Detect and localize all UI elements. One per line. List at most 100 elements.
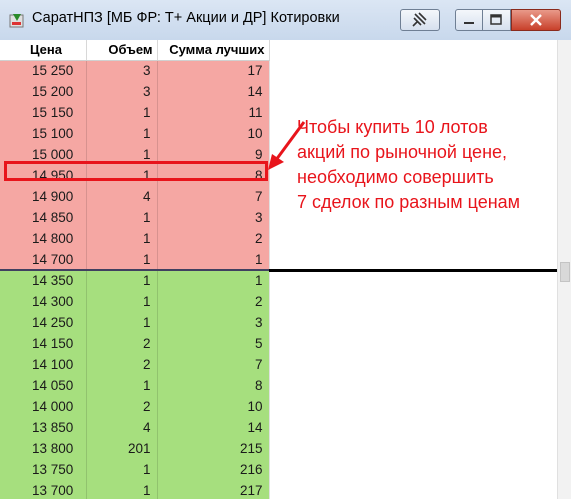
volume-cell: 1 bbox=[86, 459, 158, 480]
window-title: СаратНПЗ [МБ ФР: Т+ Акции и ДР] Котировк… bbox=[32, 10, 340, 26]
buy-row[interactable]: 14 300 1 2 bbox=[0, 291, 270, 312]
sum-cell: 7 bbox=[157, 354, 270, 375]
volume-cell: 1 bbox=[86, 270, 158, 291]
price-cell: 13 700 bbox=[0, 480, 87, 499]
buy-row[interactable]: 13 700 1 217 bbox=[0, 480, 270, 499]
price-cell: 14 900 bbox=[0, 186, 87, 207]
close-button[interactable] bbox=[511, 9, 561, 31]
sum-cell: 3 bbox=[157, 312, 270, 333]
sum-cell: 11 bbox=[157, 102, 270, 123]
buy-row[interactable]: 14 100 2 7 bbox=[0, 354, 270, 375]
buy-row[interactable]: 14 000 2 10 bbox=[0, 396, 270, 417]
highlight-box bbox=[4, 161, 268, 181]
volume-cell: 1 bbox=[86, 102, 158, 123]
price-cell: 13 750 bbox=[0, 459, 87, 480]
annotation-line: 7 сделок по разным ценам bbox=[297, 192, 521, 212]
volume-cell: 2 bbox=[86, 396, 158, 417]
buy-row[interactable]: 13 800 201 215 bbox=[0, 438, 270, 459]
sum-cell: 10 bbox=[157, 396, 270, 417]
volume-cell: 1 bbox=[86, 249, 158, 271]
volume-cell: 1 bbox=[86, 228, 158, 249]
sum-cell: 5 bbox=[157, 333, 270, 354]
sum-cell: 3 bbox=[157, 207, 270, 228]
pin-icon bbox=[412, 12, 427, 27]
sell-row[interactable]: 14 700 1 1 bbox=[0, 249, 270, 271]
volume-cell: 1 bbox=[86, 123, 158, 144]
sum-cell: 14 bbox=[157, 81, 270, 102]
maximize-button[interactable] bbox=[483, 9, 511, 31]
sum-cell: 216 bbox=[157, 459, 270, 480]
price-cell: 14 250 bbox=[0, 312, 87, 333]
sell-row[interactable]: 14 800 1 2 bbox=[0, 228, 270, 249]
sell-row[interactable]: 14 850 1 3 bbox=[0, 207, 270, 228]
header-row: Цена Объем Сумма лучших bbox=[0, 40, 270, 61]
sum-cell: 1 bbox=[157, 249, 270, 271]
maximize-icon bbox=[490, 14, 502, 25]
price-cell: 14 800 bbox=[0, 228, 87, 249]
price-cell: 14 700 bbox=[0, 249, 87, 271]
volume-cell: 1 bbox=[86, 312, 158, 333]
close-icon bbox=[530, 14, 542, 26]
price-cell: 14 150 bbox=[0, 333, 87, 354]
volume-cell: 1 bbox=[86, 207, 158, 228]
volume-cell: 3 bbox=[86, 81, 158, 102]
sum-cell: 215 bbox=[157, 438, 270, 459]
annotation-text: Чтобы купить 10 лотов акций по рыночной … bbox=[297, 115, 567, 215]
scrollbar-thumb[interactable] bbox=[560, 262, 570, 282]
volume-cell: 1 bbox=[86, 480, 158, 499]
volume-cell: 1 bbox=[86, 291, 158, 312]
annotation-line: акций по рыночной цене, bbox=[297, 142, 508, 162]
price-cell: 14 850 bbox=[0, 207, 87, 228]
sum-cell: 2 bbox=[157, 291, 270, 312]
volume-cell: 3 bbox=[86, 60, 158, 81]
buy-row[interactable]: 13 850 4 14 bbox=[0, 417, 270, 438]
quotes-window: СаратНПЗ [МБ ФР: Т+ Акции и ДР] Котировк… bbox=[0, 0, 571, 499]
sell-row[interactable]: 15 250 3 17 bbox=[0, 60, 270, 81]
sum-cell: 10 bbox=[157, 123, 270, 144]
quotes-body: 15 250 3 17 15 200 3 14 15 150 1 11 15 100 1 10 15 0… bbox=[0, 60, 270, 499]
price-cell: 14 000 bbox=[0, 396, 87, 417]
column-header-sum[interactable]: Сумма лучших bbox=[157, 40, 270, 61]
price-cell: 15 200 bbox=[0, 81, 87, 102]
quotes-grid[interactable]: Цена Объем Сумма лучших 15 250 3 17 15 200 3… bbox=[0, 40, 571, 499]
buy-row[interactable]: 14 250 1 3 bbox=[0, 312, 270, 333]
price-cell: 15 100 bbox=[0, 123, 87, 144]
annotation-line: Чтобы купить 10 лотов bbox=[297, 117, 488, 137]
minimize-icon bbox=[464, 22, 474, 24]
app-icon bbox=[9, 14, 24, 28]
vertical-scrollbar[interactable] bbox=[557, 40, 571, 499]
volume-cell: 2 bbox=[86, 354, 158, 375]
buy-row[interactable]: 14 050 1 8 bbox=[0, 375, 270, 396]
price-cell: 15 250 bbox=[0, 60, 87, 81]
price-cell: 14 300 bbox=[0, 291, 87, 312]
volume-cell: 201 bbox=[86, 438, 158, 459]
sum-cell: 1 bbox=[157, 270, 270, 291]
column-header-price[interactable]: Цена bbox=[0, 40, 87, 61]
volume-cell: 4 bbox=[86, 186, 158, 207]
volume-cell: 4 bbox=[86, 417, 158, 438]
price-cell: 14 100 bbox=[0, 354, 87, 375]
order-book-table: Цена Объем Сумма лучших 15 250 3 17 15 200 3… bbox=[0, 40, 270, 499]
price-cell: 13 850 bbox=[0, 417, 87, 438]
annotation-line: необходимо совершить bbox=[297, 167, 494, 187]
price-cell: 13 800 bbox=[0, 438, 87, 459]
spread-divider-line bbox=[269, 269, 559, 272]
sum-cell: 8 bbox=[157, 375, 270, 396]
title-bar[interactable]: СаратНПЗ [МБ ФР: Т+ Акции и ДР] Котировк… bbox=[0, 0, 571, 41]
sell-row[interactable]: 15 150 1 11 bbox=[0, 102, 270, 123]
volume-cell: 2 bbox=[86, 333, 158, 354]
column-header-volume[interactable]: Объем bbox=[86, 40, 158, 61]
minimize-button[interactable] bbox=[455, 9, 483, 31]
sum-cell: 217 bbox=[157, 480, 270, 499]
buy-row[interactable]: 14 350 1 1 bbox=[0, 270, 270, 291]
volume-cell: 1 bbox=[86, 375, 158, 396]
sell-row[interactable]: 15 200 3 14 bbox=[0, 81, 270, 102]
sell-row[interactable]: 14 900 4 7 bbox=[0, 186, 270, 207]
price-cell: 14 050 bbox=[0, 375, 87, 396]
sum-cell: 2 bbox=[157, 228, 270, 249]
sell-row[interactable]: 15 100 1 10 bbox=[0, 123, 270, 144]
buy-row[interactable]: 13 750 1 216 bbox=[0, 459, 270, 480]
sum-cell: 14 bbox=[157, 417, 270, 438]
pin-button[interactable] bbox=[400, 9, 440, 31]
buy-row[interactable]: 14 150 2 5 bbox=[0, 333, 270, 354]
